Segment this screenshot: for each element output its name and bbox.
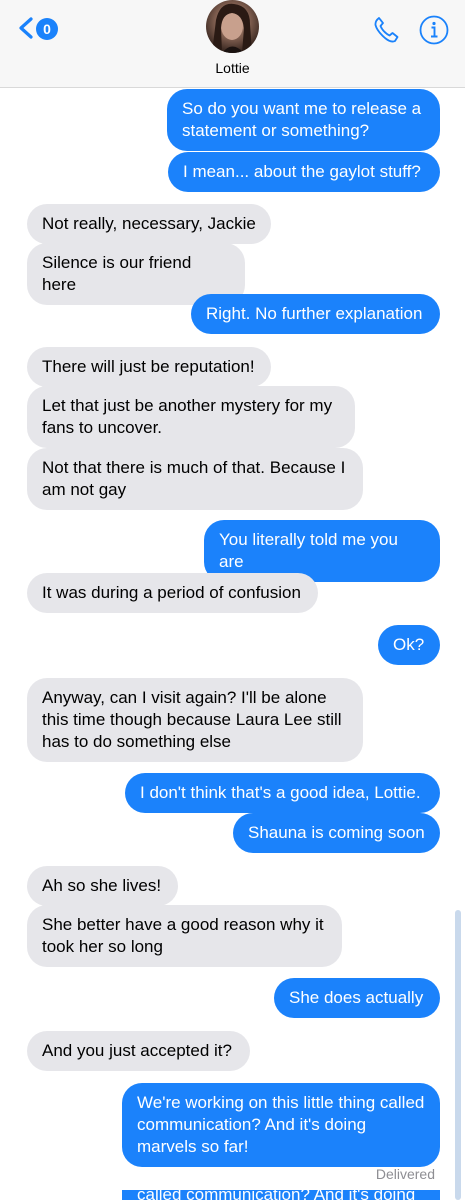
message-bubble-outgoing[interactable]: Shauna is coming soon xyxy=(233,813,440,853)
message-bubble-outgoing[interactable]: I mean... about the gaylot stuff? xyxy=(168,152,440,192)
unread-count-badge: 0 xyxy=(36,18,58,40)
info-icon[interactable] xyxy=(418,14,450,46)
chevron-left-icon xyxy=(19,17,33,39)
partially-visible-bubble: called communication? And it's doing xyxy=(122,1190,440,1200)
message-bubble-outgoing[interactable]: So do you want me to release a statement… xyxy=(167,89,440,151)
message-bubble-incoming[interactable]: It was during a period of confusion xyxy=(27,573,318,613)
message-bubble-incoming[interactable]: Let that just be another mystery for my … xyxy=(27,386,355,448)
delivery-status: Delivered xyxy=(375,1166,435,1182)
message-bubble-outgoing[interactable]: We're working on this little thing calle… xyxy=(122,1083,440,1167)
message-bubble-incoming[interactable]: She better have a good reason why it too… xyxy=(27,905,342,967)
message-bubble-outgoing[interactable]: Ok? xyxy=(378,625,440,665)
message-bubble-incoming[interactable]: Anyway, can I visit again? I'll be alone… xyxy=(27,678,363,762)
message-bubble-incoming[interactable]: Ah so she lives! xyxy=(27,866,178,906)
scrollbar-thumb[interactable] xyxy=(455,910,461,1200)
contact-name[interactable]: Lottie xyxy=(0,60,465,76)
message-bubble-outgoing[interactable]: I don't think that's a good idea, Lottie… xyxy=(125,773,440,813)
message-bubble-incoming[interactable]: Not that there is much of that. Because … xyxy=(27,448,363,510)
message-bubble-incoming[interactable]: There will just be reputation! xyxy=(27,347,271,387)
message-bubble-outgoing[interactable]: She does actually xyxy=(274,978,440,1018)
conversation-header: 0 Lottie xyxy=(0,0,465,88)
avatar-photo xyxy=(212,3,252,53)
message-bubble-incoming[interactable]: Not really, necessary, Jackie xyxy=(27,204,271,244)
contact-avatar[interactable] xyxy=(206,0,259,53)
phone-icon[interactable] xyxy=(370,14,402,46)
message-bubble-outgoing[interactable]: Right. No further explanation xyxy=(191,294,440,334)
message-bubble-incoming[interactable]: And you just accepted it? xyxy=(27,1031,250,1071)
back-button[interactable]: 0 xyxy=(14,12,58,42)
